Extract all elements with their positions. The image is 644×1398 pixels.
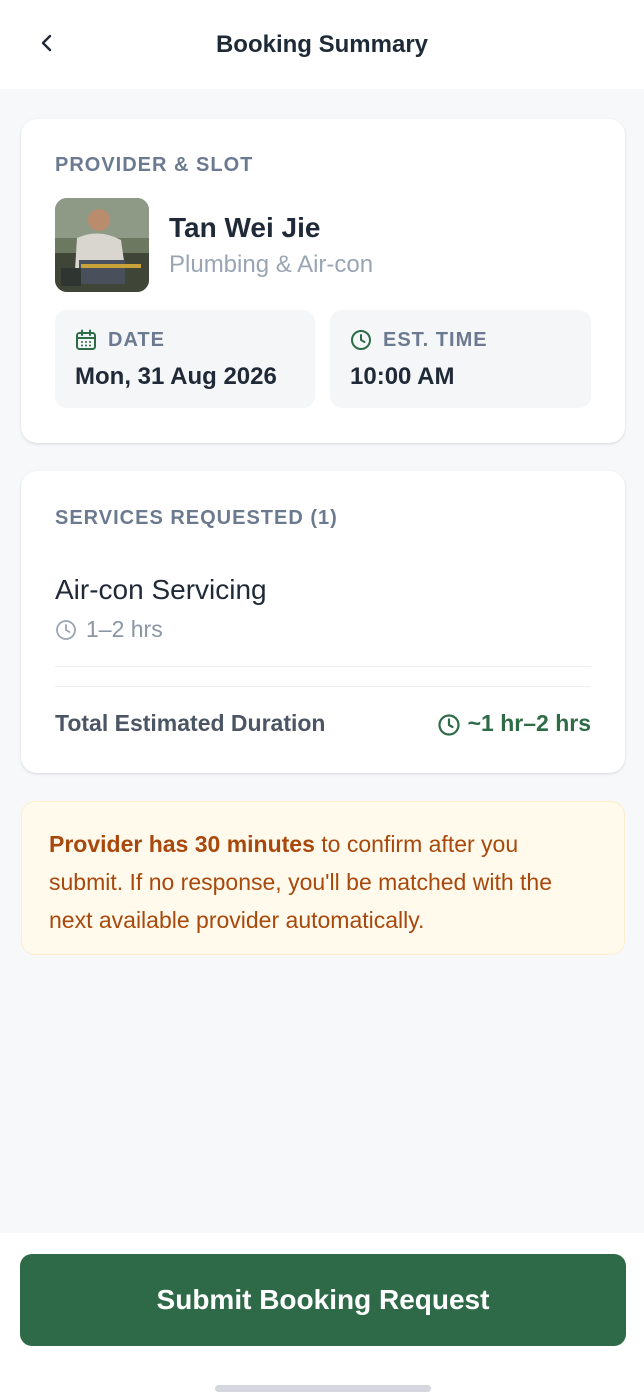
date-label: DATE: [108, 329, 165, 351]
provider-name: Tan Wei Jie: [169, 212, 321, 243]
total-duration-value: ~1 hr–2 hrs: [467, 710, 591, 736]
service-duration: 1–2 hrs: [86, 616, 163, 642]
service-name: Air-con Servicing: [55, 574, 267, 605]
provider-avatar: [55, 198, 149, 292]
chevron-left-icon: [41, 34, 52, 52]
section-label-services: SERVICES REQUESTED (1): [55, 507, 338, 529]
clock-icon: [351, 330, 371, 350]
date-box: DATE Mon, 31 Aug 2026: [55, 310, 315, 408]
total-duration-label: Total Estimated Duration: [55, 710, 326, 736]
time-label: EST. TIME: [383, 329, 488, 351]
notice-bold-text: Provider has 30 minutes: [49, 831, 315, 857]
back-button[interactable]: [30, 26, 64, 60]
footer-bar: Submit Booking Request: [0, 1233, 644, 1398]
clock-icon: [438, 714, 460, 736]
submit-booking-button[interactable]: Submit Booking Request: [20, 1254, 626, 1346]
divider: [55, 686, 591, 687]
confirmation-notice: Provider has 30 minutes to confirm after…: [21, 801, 625, 955]
app-header: Booking Summary: [0, 0, 644, 89]
page-title: Booking Summary: [215, 30, 429, 58]
provider-category: Plumbing & Air-con: [169, 251, 374, 278]
time-value: 10:00 AM: [350, 363, 455, 390]
time-box: EST. TIME 10:00 AM: [330, 310, 591, 408]
services-card: SERVICES REQUESTED (1) Air-con Servicing…: [21, 471, 625, 773]
divider: [55, 666, 591, 667]
provider-slot-card: PROVIDER & SLOT Tan Wei Jie Plumbing & A…: [21, 119, 625, 443]
home-indicator: [215, 1385, 431, 1392]
calendar-icon: [76, 329, 96, 350]
date-value: Mon, 31 Aug 2026: [75, 363, 277, 390]
clock-icon: [56, 620, 76, 640]
section-label-provider: PROVIDER & SLOT: [55, 154, 254, 176]
